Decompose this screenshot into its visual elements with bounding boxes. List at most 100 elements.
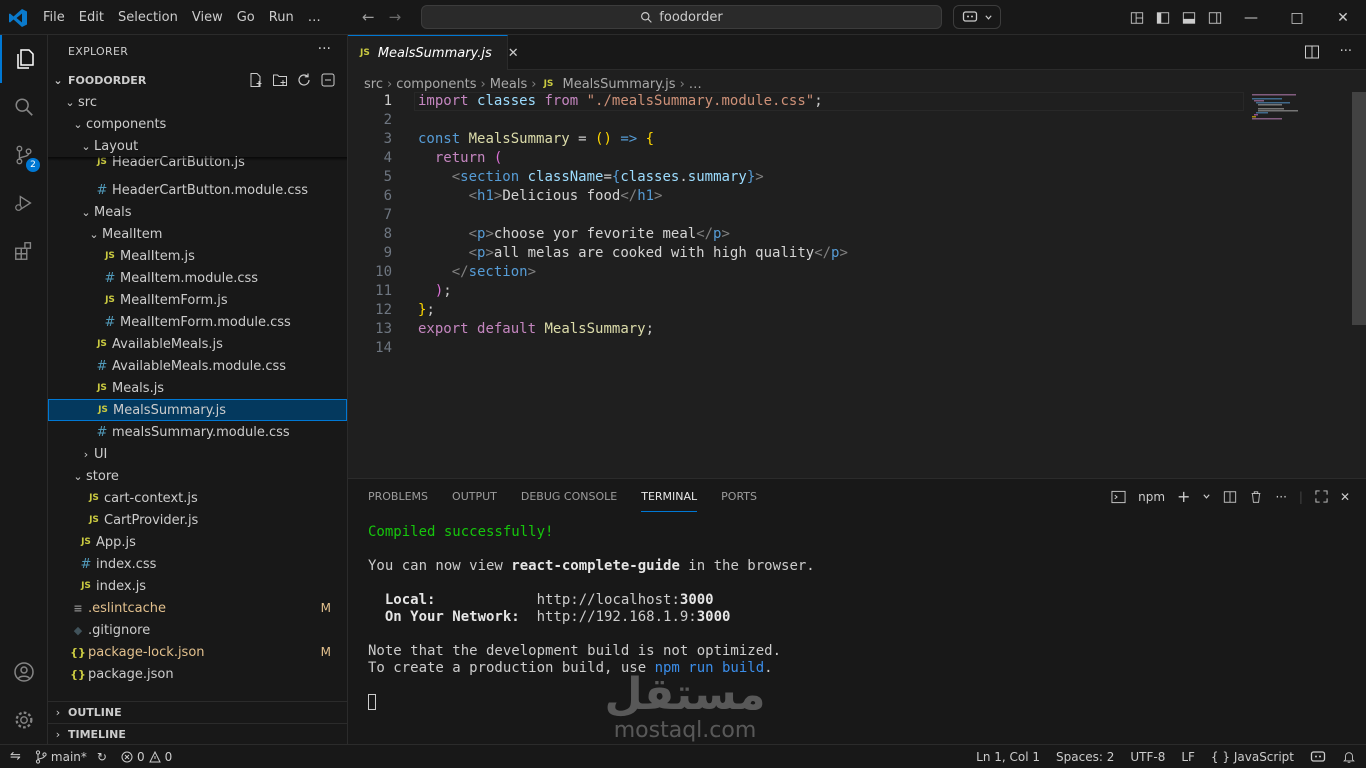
toggle-panel-icon[interactable] xyxy=(1176,0,1202,35)
tree-item[interactable]: JS App.js xyxy=(48,531,347,553)
line-number: 12 xyxy=(375,302,392,318)
tree-item[interactable]: JS MealItemForm.js xyxy=(48,289,347,311)
breadcrumb-item[interactable]: … xyxy=(689,77,702,92)
tree-item[interactable]: JS index.js xyxy=(48,575,347,597)
minimap[interactable] xyxy=(1248,92,1308,132)
menu-selection[interactable]: Selection xyxy=(111,10,185,25)
forward-arrow-icon[interactable]: → xyxy=(389,8,402,26)
tree-item[interactable]: ≡ .eslintcache M xyxy=(48,597,347,619)
new-terminal-plus-icon[interactable]: + xyxy=(1177,487,1190,506)
workspace-root[interactable]: ⌄ FOODORDER xyxy=(48,69,347,91)
outline-section[interactable]: › OUTLINE xyxy=(48,701,347,723)
menu-run[interactable]: Run xyxy=(262,10,301,25)
tree-item[interactable]: # mealsSummary.module.css xyxy=(48,421,347,443)
close-panel-icon[interactable]: ✕ xyxy=(1340,490,1350,504)
tree-item[interactable]: › UI xyxy=(48,443,347,465)
sync-icon[interactable]: ↻ xyxy=(97,750,107,764)
tree-item[interactable]: # MealItemForm.module.css xyxy=(48,311,347,333)
encoding[interactable]: UTF-8 xyxy=(1130,750,1165,764)
maximize-icon[interactable]: □ xyxy=(1274,0,1320,35)
copilot-button[interactable] xyxy=(953,5,1001,29)
tree-item[interactable]: JS CartProvider.js xyxy=(48,509,347,531)
customize-layout-icon[interactable] xyxy=(1124,0,1150,35)
tree-item[interactable]: # index.css xyxy=(48,553,347,575)
problems-status[interactable]: 0 0 xyxy=(121,750,172,764)
timeline-section[interactable]: › TIMELINE xyxy=(48,723,347,744)
tab-terminal[interactable]: TERMINAL xyxy=(641,482,698,512)
refresh-icon[interactable] xyxy=(296,72,312,88)
line-ending[interactable]: LF xyxy=(1181,750,1195,764)
tree-item[interactable]: ⌄ components xyxy=(48,113,347,135)
menu-file[interactable]: File xyxy=(36,10,72,25)
notifications-bell-icon[interactable] xyxy=(1342,750,1356,764)
tree-item[interactable]: JS HeaderCartButton.js xyxy=(48,151,347,173)
copilot-status-icon[interactable] xyxy=(1310,750,1326,764)
tab-problems[interactable]: PROBLEMS xyxy=(368,482,428,511)
git-branch-status[interactable]: main* ↻ xyxy=(35,750,107,764)
back-arrow-icon[interactable]: ← xyxy=(362,8,375,26)
maximize-panel-icon[interactable] xyxy=(1315,490,1328,503)
indentation[interactable]: Spaces: 2 xyxy=(1056,750,1114,764)
tab-output[interactable]: OUTPUT xyxy=(452,482,497,511)
editor-scrollbar[interactable] xyxy=(1352,92,1366,325)
tree-item[interactable]: # HeaderCartButton.module.css xyxy=(48,179,347,201)
tree-item[interactable]: ⌄ Meals xyxy=(48,201,347,223)
tab-ports[interactable]: PORTS xyxy=(721,482,757,511)
breadcrumb-item[interactable]: components xyxy=(396,77,476,92)
collapse-all-icon[interactable] xyxy=(320,72,336,88)
search-view-icon[interactable] xyxy=(0,83,48,131)
terminal-line: Compiled successfully! xyxy=(368,524,554,540)
trash-icon[interactable] xyxy=(1249,490,1263,504)
breadcrumb-item[interactable]: src xyxy=(364,77,383,92)
breadcrumb-item[interactable]: Meals xyxy=(490,77,528,92)
command-center-search[interactable]: foodorder xyxy=(421,5,942,29)
code-editor[interactable]: 1 import classes from "./mealsSummary.mod… xyxy=(348,92,1248,358)
language-label: JavaScript xyxy=(1233,749,1294,764)
source-control-icon[interactable]: 2 xyxy=(0,131,48,179)
extensions-icon[interactable] xyxy=(0,227,48,275)
menu-view[interactable]: View xyxy=(185,10,230,25)
tab-mealssummary[interactable]: JS MealsSummary.js ✕ xyxy=(348,35,519,70)
tree-item[interactable]: # AvailableMeals.module.css xyxy=(48,355,347,377)
split-editor-icon[interactable] xyxy=(1304,44,1320,60)
accounts-icon[interactable] xyxy=(0,648,48,696)
close-window-icon[interactable]: ✕ xyxy=(1320,0,1366,35)
tree-item[interactable]: ◆ .gitignore xyxy=(48,619,347,641)
tree-item[interactable]: ⌄ store xyxy=(48,465,347,487)
language-mode[interactable]: { } JavaScript xyxy=(1211,750,1294,764)
terminal-name[interactable]: npm xyxy=(1138,490,1165,504)
menu-go[interactable]: Go xyxy=(230,10,262,25)
tree-item[interactable]: # MealItem.module.css xyxy=(48,267,347,289)
chevron-down-icon[interactable] xyxy=(1202,492,1211,501)
menu-edit[interactable]: Edit xyxy=(72,10,111,25)
panel-more-icon[interactable]: ··· xyxy=(1275,490,1286,504)
toggle-sidebar-icon[interactable] xyxy=(1150,0,1176,35)
minimize-icon[interactable]: — xyxy=(1228,0,1274,35)
editor-more-icon[interactable]: ··· xyxy=(1340,44,1352,60)
remote-icon[interactable]: ⇋ xyxy=(10,749,21,764)
tree-item[interactable]: ⌄ src xyxy=(48,91,347,113)
menu-more[interactable]: … xyxy=(301,10,328,25)
tree-item[interactable]: ⌄ MealItem xyxy=(48,223,347,245)
tree-item[interactable]: {} package.json xyxy=(48,663,347,685)
tree-item[interactable]: JS MealsSummary.js xyxy=(48,399,347,421)
tree-item[interactable]: JS cart-context.js xyxy=(48,487,347,509)
new-folder-icon[interactable] xyxy=(272,72,288,88)
code-line: 10 </section> xyxy=(348,263,1248,282)
cursor-position[interactable]: Ln 1, Col 1 xyxy=(976,750,1040,764)
settings-gear-icon[interactable] xyxy=(0,696,48,744)
close-tab-icon[interactable]: ✕ xyxy=(508,46,519,61)
toggle-secondary-sidebar-icon[interactable] xyxy=(1202,0,1228,35)
terminal-line: On Your Network: http://192.168.1.9:3000 xyxy=(384,609,731,625)
tree-item[interactable]: JS Meals.js xyxy=(48,377,347,399)
tree-item[interactable]: {} package-lock.json M xyxy=(48,641,347,663)
tree-item[interactable]: JS AvailableMeals.js xyxy=(48,333,347,355)
new-file-icon[interactable] xyxy=(248,72,264,88)
explorer-icon[interactable] xyxy=(0,35,48,83)
split-terminal-icon[interactable] xyxy=(1223,490,1237,504)
tab-debug-console[interactable]: DEBUG CONSOLE xyxy=(521,482,617,511)
sidebar-more-actions[interactable]: ··· xyxy=(318,41,331,57)
run-debug-icon[interactable] xyxy=(0,179,48,227)
breadcrumb-item[interactable]: MealsSummary.js xyxy=(563,77,676,92)
tree-item[interactable]: JS MealItem.js xyxy=(48,245,347,267)
